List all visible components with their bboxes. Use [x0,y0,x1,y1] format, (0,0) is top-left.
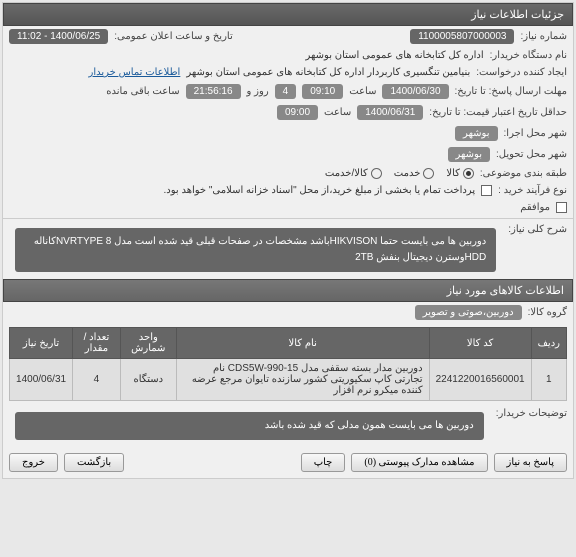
process-label: نوع فرآیند خرید : [498,185,567,196]
radio-service[interactable]: خدمت [394,168,435,179]
announce-value: 1400/06/25 - 11:02 [9,29,108,44]
creator-value: بنیامین تنگسیری کاربردار اداره کل کتابخا… [186,67,470,78]
radio-icon [463,168,474,179]
need-no-label: شماره نیاز: [520,31,567,42]
items-table: ردیف کد کالا نام کالا واحد شمارش تعداد /… [9,327,567,401]
attachments-button[interactable]: مشاهده مدارک پیوستی (0) [351,453,487,472]
cell-date: 1400/06/31 [10,359,73,401]
days-remaining: 4 [275,84,297,99]
time-label-2: ساعت [324,107,351,118]
col-qty: تعداد / مقدار [73,328,121,359]
col-code: کد کالا [429,328,531,359]
process-checkbox[interactable] [481,185,492,196]
cell-unit: دستگاه [120,359,176,401]
need-no-value: 1100005807000003 [410,29,514,44]
table-row: 1 2241220016560001 دوربین مدار بسته سقفی… [10,359,567,401]
main-desc-box: دوربین ها می بایست حتما HIKVISONباشد مشخ… [15,228,496,272]
contact-link[interactable]: اطلاعات تماس خریدار [88,67,180,78]
agree-checkbox[interactable] [556,202,567,213]
cell-name: دوربین مدار بسته سقفی مدل CDS5W-990-15 ن… [176,359,429,401]
radio-icon [423,168,434,179]
group-label: گروه کالا: [528,307,567,318]
exit-button[interactable]: خروج [9,453,58,472]
cell-code: 2241220016560001 [429,359,531,401]
validity-date: 1400/06/31 [357,105,423,120]
back-button[interactable]: بازگشت [64,453,124,472]
buyer-value: اداره کل کتابخانه های عمومی استان بوشهر [306,50,484,61]
main-desc-label: شرح کلی نیاز: [508,224,567,235]
notes-label: توضیحات خریدار: [496,408,567,419]
items-header: اطلاعات کالاهای مورد نیاز [3,279,573,302]
remain-label: ساعت باقی مانده [106,86,179,97]
time-remaining: 21:56:16 [186,84,241,99]
cell-idx: 1 [531,359,566,401]
panel-header: جزئیات اطلاعات نیاز [3,3,573,26]
deliver-city-value: بوشهر [448,147,490,162]
deadline-date: 1400/06/30 [382,84,448,99]
category-label: طبقه بندی موضوعی: [480,168,567,179]
print-button[interactable]: چاپ [301,453,346,472]
radio-label-goods: کالا [446,168,460,179]
announce-label: تاریخ و ساعت اعلان عمومی: [114,31,233,42]
radio-icon [371,168,382,179]
agree-label: موافقم [520,202,550,213]
notes-box: دوربین ها می بایست همون مدلی که قید شده … [15,412,484,440]
panel-title: جزئیات اطلاعات نیاز [471,9,564,21]
reply-button[interactable]: پاسخ به نیاز [494,453,568,472]
creator-label: ایجاد کننده درخواست: [476,67,567,78]
table-header-row: ردیف کد کالا نام کالا واحد شمارش تعداد /… [10,328,567,359]
col-idx: ردیف [531,328,566,359]
col-unit: واحد شمارش [120,328,176,359]
buyer-label: نام دستگاه خریدار: [490,50,567,61]
group-value: دوربین،صوتی و تصویر [415,305,522,320]
validity-time: 09:00 [277,105,318,120]
validity-label: حداقل تاریخ اعتبار قیمت: تا تاریخ: [429,107,567,118]
process-note: پرداخت تمام یا بخشی از مبلغ خرید،از محل … [164,185,476,196]
col-name: نام کالا [176,328,429,359]
cell-qty: 4 [73,359,121,401]
deliver-city-label: شهر محل تحویل: [496,149,567,160]
category-radio-group: کالا خدمت کالا/خدمت [325,168,474,179]
deadline-time: 09:10 [302,84,343,99]
items-header-title: اطلاعات کالاهای مورد نیاز [447,285,564,297]
exec-city-label: شهر محل اجرا: [504,128,567,139]
col-date: تاریخ نیاز [10,328,73,359]
exec-city-value: بوشهر [455,126,497,141]
radio-both[interactable]: کالا/خدمت [325,168,382,179]
radio-label-both: کالا/خدمت [325,168,368,179]
radio-goods[interactable]: کالا [446,168,474,179]
deadline-label: مهلت ارسال پاسخ: تا تاریخ: [455,86,567,97]
radio-label-service: خدمت [394,168,421,179]
time-label-1: ساعت [349,86,376,97]
day-label: روز و [247,86,269,97]
